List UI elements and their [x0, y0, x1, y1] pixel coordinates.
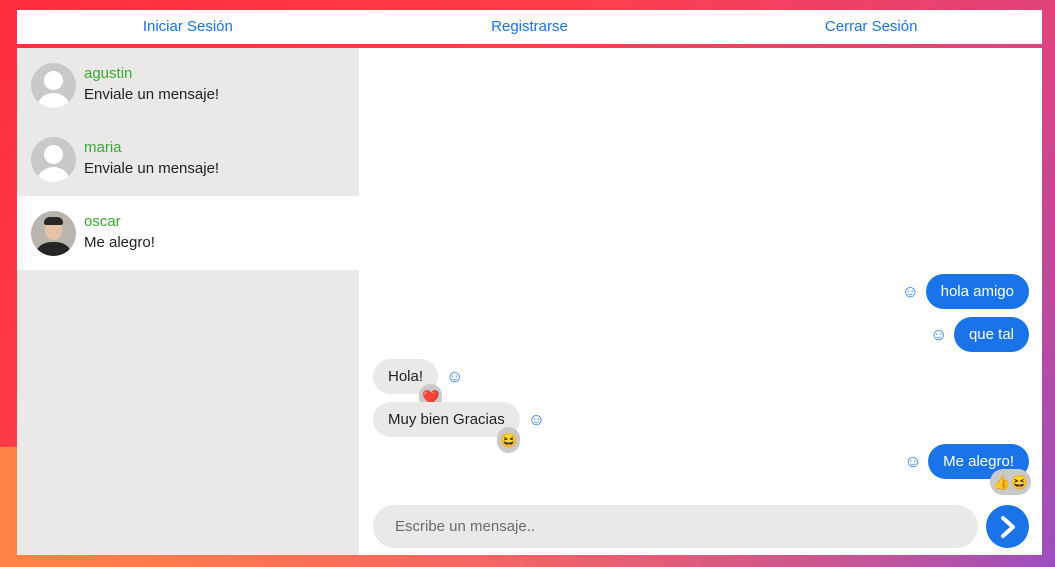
contact-name: oscar — [84, 213, 121, 230]
smile-icon[interactable]: ☺ — [528, 411, 545, 428]
message-text: Muy bien Gracias — [388, 411, 505, 428]
chevron-right-icon — [1000, 515, 1015, 538]
outgoing-message: Me alegro! 👍😆 — [928, 444, 1031, 495]
incoming-message: Hola! ❤️ — [373, 359, 443, 410]
logout-link[interactable]: Cerrar Sesión — [700, 10, 1042, 44]
incoming-message: Muy bien Gracias 😆 — [373, 402, 521, 453]
contact-name: agustin — [84, 65, 133, 82]
message-text: Me alegro! — [943, 453, 1014, 470]
message-row: Hola! ❤️ ☺ — [373, 359, 463, 410]
outgoing-message: que tal — [953, 317, 1029, 352]
message-text: Hola! — [388, 368, 424, 385]
smile-icon[interactable]: ☺ — [904, 453, 921, 470]
message-row: Muy bien Gracias 😆 ☺ — [373, 402, 545, 453]
smile-icon[interactable]: ☺ — [446, 368, 463, 385]
message-row: ☺ que tal — [930, 317, 1029, 352]
outgoing-message: hola amigo — [925, 274, 1029, 309]
contact-preview: Enviale un mensaje! — [84, 160, 220, 177]
contact-preview: Enviale un mensaje! — [84, 86, 220, 103]
contact-item-agustin[interactable]: agustin Enviale un mensaje! — [17, 48, 359, 122]
contacts-sidebar: agustin Enviale un mensaje! maria Envial… — [17, 48, 359, 555]
chat-panel: agustin Enviale un mensaje! maria Envial… — [17, 48, 1042, 555]
smile-icon[interactable]: ☺ — [902, 283, 919, 300]
contact-item-oscar[interactable]: oscar Me alegro! — [17, 196, 359, 270]
default-avatar-icon — [31, 136, 76, 182]
reaction-badge: 😆 — [497, 427, 521, 453]
contact-item-maria[interactable]: maria Enviale un mensaje! — [17, 122, 359, 196]
conversation-area: ☺ hola amigo ☺ que tal Hola! ❤️ ☺ Muy bi… — [359, 48, 1042, 555]
reaction-badge: 👍😆 — [990, 469, 1031, 495]
contact-preview: Me alegro! — [84, 234, 155, 251]
login-link[interactable]: Iniciar Sesión — [17, 10, 359, 44]
register-link[interactable]: Registrarse — [359, 10, 701, 44]
message-row: ☺ Me alegro! 👍😆 — [904, 444, 1031, 495]
contact-name: maria — [84, 139, 122, 156]
message-input[interactable] — [373, 505, 978, 548]
top-navigation: Iniciar Sesión Registrarse Cerrar Sesión — [17, 10, 1042, 44]
message-row: ☺ hola amigo — [902, 274, 1029, 309]
send-button[interactable] — [986, 505, 1029, 548]
avatar — [31, 210, 76, 256]
default-avatar-icon — [31, 62, 76, 108]
smile-icon[interactable]: ☺ — [930, 326, 947, 343]
